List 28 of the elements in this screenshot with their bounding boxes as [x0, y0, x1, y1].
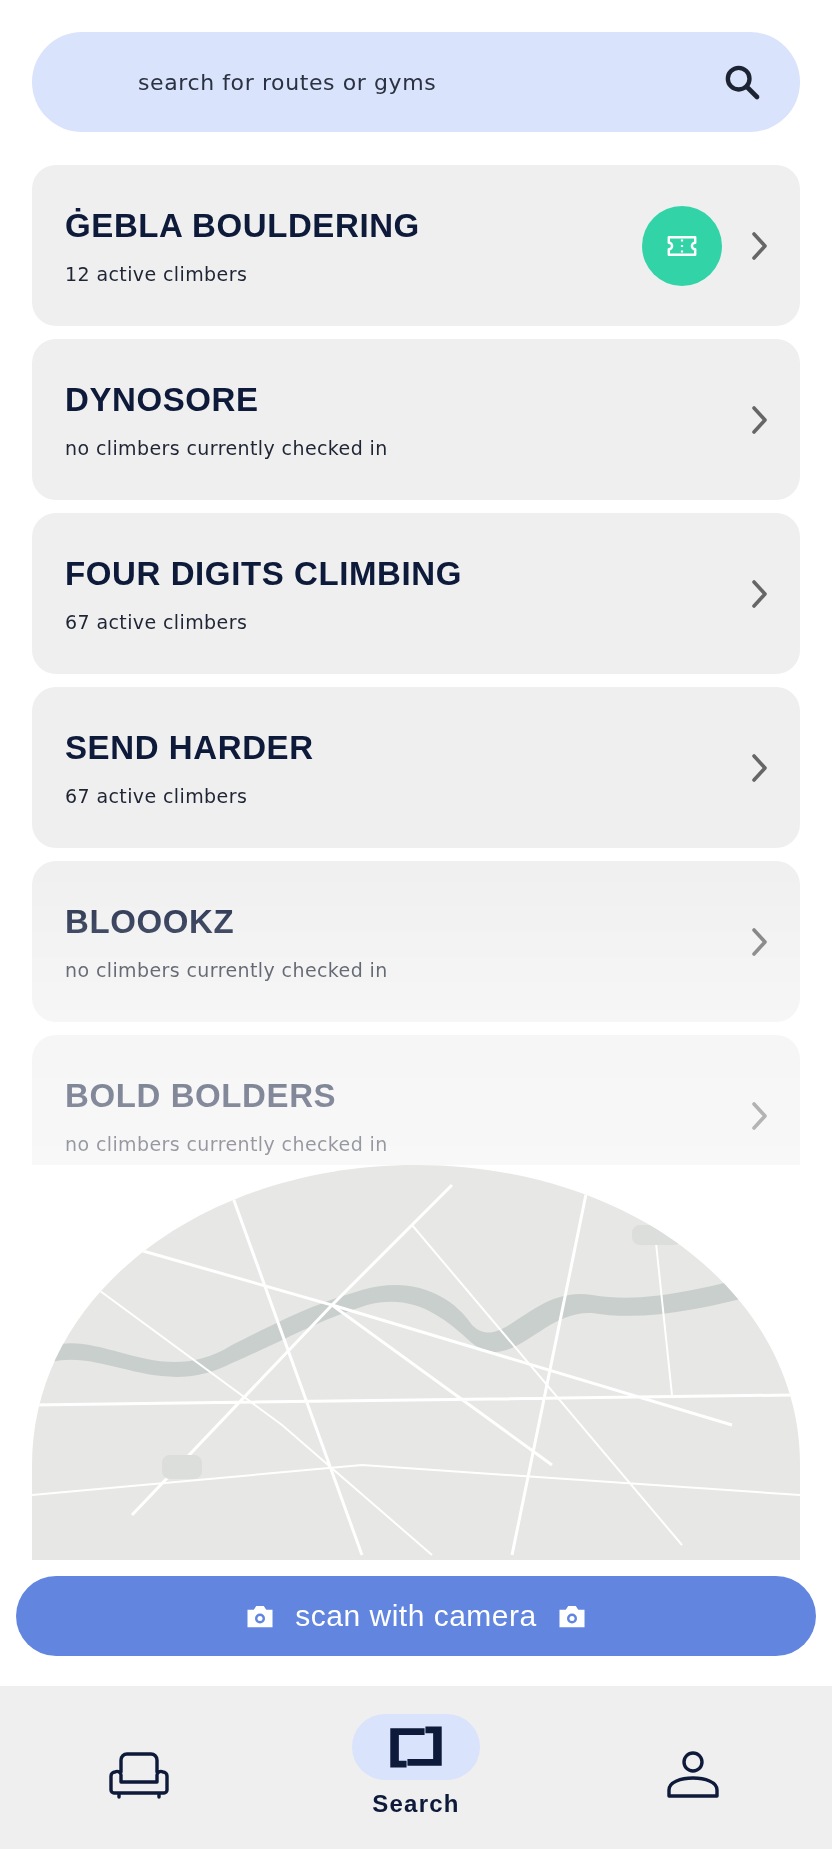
gym-name: BOLD BOLDERS [65, 1076, 338, 1115]
gym-name: BLOOOKZ [65, 902, 236, 941]
climber-count: 12 active climbers [65, 262, 249, 285]
gym-card[interactable]: FOUR DIGITS CLIMBING 67 active climbers [32, 513, 800, 674]
gym-name: SEND HARDER [65, 728, 315, 767]
scan-button[interactable]: scan with camera [16, 1576, 816, 1656]
climber-count: no climbers currently checked in [65, 958, 389, 981]
chevron-right-icon [750, 752, 770, 783]
gym-card[interactable]: SEND HARDER 67 active climbers [32, 687, 800, 848]
gym-name: ĠEBLA BOULDERING [65, 206, 421, 245]
chevron-right-icon [750, 1100, 770, 1131]
chevron-right-icon [750, 404, 770, 435]
climber-count: no climbers currently checked in [65, 1132, 389, 1155]
climber-count: 67 active climbers [65, 610, 249, 633]
nav-label[interactable]: Search [372, 1790, 460, 1818]
chevron-right-icon [750, 926, 770, 957]
search-field[interactable]: search for routes or gyms [32, 32, 800, 132]
scan-label: scan with camera [295, 1599, 537, 1633]
climber-count: no climbers currently checked in [65, 436, 389, 459]
gym-name: FOUR DIGITS CLIMBING [65, 554, 463, 593]
gym-card[interactable]: BLOOOKZ no climbers currently checked in [32, 861, 800, 1022]
chevron-right-icon [750, 230, 770, 261]
gym-name: DYNOSORE [65, 380, 260, 419]
gym-card[interactable]: DYNOSORE no climbers currently checked in [32, 339, 800, 500]
gym-card[interactable]: ĠEBLA BOULDERING 12 active climbers [32, 165, 800, 326]
sofa-icon[interactable] [108, 1750, 169, 1800]
chevron-right-icon [750, 578, 770, 609]
climber-count: 67 active climbers [65, 784, 249, 807]
